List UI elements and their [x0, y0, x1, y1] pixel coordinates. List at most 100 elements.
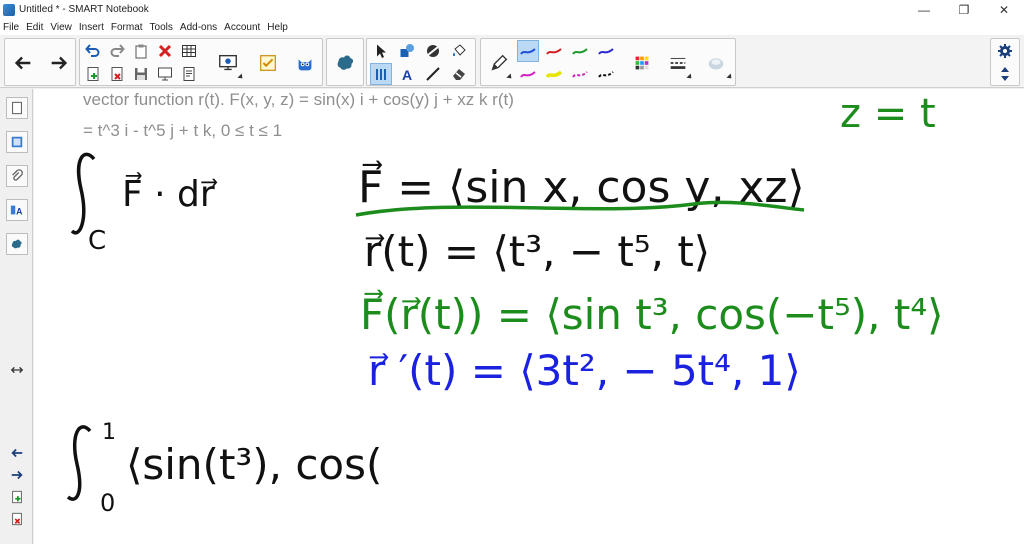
monitor-icon: [219, 54, 237, 71]
previous-page-button[interactable]: [5, 41, 41, 85]
tools-group: A: [366, 38, 476, 86]
sidebar-add-page-button[interactable]: [8, 489, 26, 505]
pen-color-magenta[interactable]: [517, 63, 539, 85]
paint-bucket-icon: [453, 44, 466, 57]
puzzle-blob-icon: [337, 55, 354, 70]
undo-button[interactable]: [82, 40, 104, 62]
pen-color-blue[interactable]: [517, 40, 539, 62]
table-select-tool-button[interactable]: [370, 63, 392, 85]
pen-tool-button[interactable]: [483, 41, 515, 85]
menu-account[interactable]: Account: [224, 22, 260, 33]
integral-sign-2: [66, 425, 92, 501]
maximize-button[interactable]: ❐: [944, 0, 984, 19]
arrow-left-icon: [14, 56, 31, 70]
settings-group: [990, 38, 1020, 86]
sidebar-next-page-button[interactable]: [8, 467, 26, 483]
dashed-pen-stroke-icon: [598, 71, 614, 78]
settings-button[interactable]: [994, 40, 1016, 62]
eraser-icon: [453, 69, 465, 80]
ink-integrand: ⟨sin(t³), cos(: [126, 440, 382, 489]
close-button[interactable]: ✕: [984, 0, 1024, 19]
dropdown-arrow-icon: [506, 73, 514, 81]
screen-shade-icon: [158, 67, 172, 81]
menu-file[interactable]: File: [3, 22, 19, 33]
sidebar-previous-page-button[interactable]: [8, 445, 26, 461]
sidebar-delete-page-button[interactable]: [8, 511, 26, 527]
redo-button[interactable]: [106, 40, 128, 62]
ink-z-equals-t: z = t: [840, 91, 936, 137]
delete-button[interactable]: [154, 40, 176, 62]
move-toolbar-button[interactable]: [994, 63, 1016, 85]
show-hide-screen-shade-button[interactable]: [154, 63, 176, 85]
navigation-group: [4, 38, 76, 86]
add-ons-button[interactable]: [286, 41, 324, 85]
page-sorter-tab[interactable]: [6, 97, 28, 119]
table-icon: [182, 45, 196, 57]
highlighter-yellow[interactable]: [543, 63, 565, 85]
whiteboard-canvas[interactable]: vector function r(t). F(x, y, z) = sin(x…: [34, 89, 1024, 544]
redo-icon: [110, 44, 125, 57]
attachments-tab[interactable]: [6, 165, 28, 187]
menu-edit[interactable]: Edit: [26, 22, 43, 33]
properties-tab[interactable]: A: [6, 199, 28, 221]
pen-color-green[interactable]: [569, 40, 591, 62]
gear-icon: [998, 44, 1012, 58]
shapes-tool-button[interactable]: [396, 40, 418, 62]
line-tool-button[interactable]: [422, 63, 444, 85]
save-button[interactable]: [130, 63, 152, 85]
pen-color-red[interactable]: [543, 40, 565, 62]
line-styles-icon: [670, 57, 686, 69]
full-screen-button[interactable]: [178, 63, 200, 85]
delete-page-button[interactable]: [106, 63, 128, 85]
pen-color-dashed-magenta[interactable]: [569, 63, 591, 85]
minimize-button[interactable]: —: [904, 0, 944, 19]
ink-integral-lower-0: 0: [100, 489, 115, 517]
line-style-button[interactable]: [661, 41, 695, 85]
menu-help[interactable]: Help: [267, 22, 288, 33]
menu-tools[interactable]: Tools: [150, 22, 173, 33]
pen-color-indigo[interactable]: [595, 40, 617, 62]
menu-addons[interactable]: Add-ons: [180, 22, 217, 33]
gallery-tab[interactable]: [6, 131, 28, 153]
puzzle-blob-icon: [11, 239, 22, 249]
ink-r-definition: r⃗(t) = ⟨t³, − t⁵, t⟩: [364, 227, 710, 276]
ink-integral-lower-c: C: [88, 226, 106, 256]
smart-notebook-app-icon: [3, 3, 15, 16]
red-x-icon: [158, 44, 172, 58]
color-grid-icon: [635, 56, 649, 70]
smart-notebook-window: Untitled * - SMART Notebook — ❐ ✕ File E…: [0, 0, 1024, 544]
cursor-arrow-icon: [377, 44, 386, 58]
add-page-button[interactable]: [82, 63, 104, 85]
menu-insert[interactable]: Insert: [79, 22, 104, 33]
highlighter-stroke-icon: [546, 70, 562, 79]
undo-icon: [85, 44, 100, 57]
page-icon: [12, 101, 22, 115]
fill-effects-button[interactable]: [697, 41, 735, 85]
menu-view[interactable]: View: [50, 22, 72, 33]
eraser-tool-button[interactable]: [448, 63, 470, 85]
select-tool-button[interactable]: [370, 40, 392, 62]
insert-table-button[interactable]: [178, 40, 200, 62]
menu-format[interactable]: Format: [111, 22, 143, 33]
pen-stroke-icon: [520, 71, 536, 78]
text-tool-button[interactable]: A: [396, 63, 418, 85]
eraser-shapes-button[interactable]: [422, 40, 444, 62]
screen-capture-button[interactable]: [208, 41, 248, 85]
response-activity-button[interactable]: [248, 41, 288, 85]
dashed-pen-stroke-icon: [572, 71, 588, 78]
document-text-icon: [183, 67, 195, 81]
eraser-blob-icon: [427, 45, 439, 57]
paste-button[interactable]: [130, 40, 152, 62]
add-ons-tab[interactable]: [6, 233, 28, 255]
next-page-button[interactable]: [41, 41, 77, 85]
pen-color-dashed-black[interactable]: [595, 63, 617, 85]
smart-lab-button[interactable]: [327, 41, 363, 85]
color-palette-button[interactable]: [625, 41, 659, 85]
menu-bar: File Edit View Insert Format Tools Add-o…: [0, 19, 1024, 35]
fill-tool-button[interactable]: [448, 40, 470, 62]
arrow-right-icon: [11, 470, 23, 480]
resize-sidebar-handle[interactable]: [8, 362, 26, 378]
dropdown-arrow-icon: [237, 73, 245, 81]
gallery-image-icon: [11, 136, 23, 148]
add-page-icon: [87, 67, 99, 81]
